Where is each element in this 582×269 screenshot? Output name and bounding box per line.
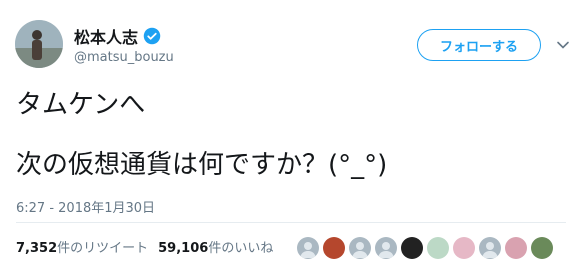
tweet-stats: 7,352件のリツイート 59,106件のいいね [16,237,273,256]
tweet-text-line-2: 次の仮想通貨は何ですか？(°_°) [16,150,388,180]
like-stat[interactable]: 59,106件のいいね [158,237,273,256]
retweet-count: 7,352 [16,241,58,256]
like-count: 59,106 [158,241,209,256]
tweet-timestamp[interactable]: 6:27 - 2018年1月30日 [16,197,155,216]
profile-photo-icon [15,20,63,68]
verified-badge-icon [143,27,161,45]
user-avatar-icon[interactable] [427,237,449,259]
profile-avatar[interactable] [15,20,63,68]
divider [16,222,566,223]
user-avatar-icon[interactable] [401,237,423,259]
default-avatar-icon[interactable] [349,237,371,259]
default-avatar-icon[interactable] [479,237,501,259]
user-avatar-icon[interactable] [531,237,553,259]
follow-button[interactable]: フォローする [417,29,541,61]
tweet-text-line-1: タムケンへ [16,90,146,120]
liker-avatars [297,237,553,259]
display-name-row[interactable]: 松本人志 [74,24,161,48]
retweet-stat[interactable]: 7,352件のリツイート [16,237,148,256]
user-avatar-icon[interactable] [453,237,475,259]
retweet-label: 件のリツイート [57,241,149,256]
like-label: 件のいいね [208,241,274,256]
default-avatar-icon[interactable] [297,237,319,259]
user-handle[interactable]: @matsu_bouzu [74,50,174,65]
display-name[interactable]: 松本人志 [74,24,138,48]
user-avatar-icon[interactable] [323,237,345,259]
user-avatar-icon[interactable] [505,237,527,259]
chevron-down-icon[interactable] [556,38,570,52]
default-avatar-icon[interactable] [375,237,397,259]
